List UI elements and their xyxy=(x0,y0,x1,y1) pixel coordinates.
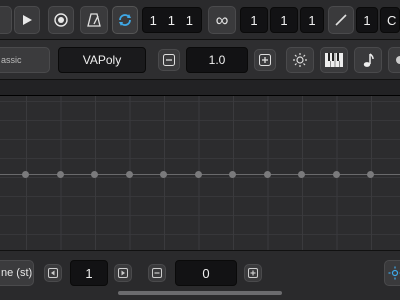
position-display[interactable]: 1 1 1 xyxy=(142,7,202,33)
position-value: 1 1 1 xyxy=(149,12,193,28)
loop-button[interactable] xyxy=(112,6,138,34)
synth-name: VAPoly xyxy=(82,53,122,67)
record-button[interactable] xyxy=(48,6,74,34)
plus-icon xyxy=(259,54,271,66)
automation-point[interactable] xyxy=(91,171,98,178)
parameter-value: 0 xyxy=(202,265,210,281)
infinite-loop-button[interactable]: ∞ xyxy=(208,6,236,34)
rewind-button[interactable] xyxy=(0,6,12,34)
step-next-button[interactable] xyxy=(114,264,132,282)
parameter-label: ne (st) xyxy=(1,267,33,279)
music-note-icon xyxy=(363,53,374,67)
loop-beats-value: 1 xyxy=(280,12,288,28)
play-icon xyxy=(23,15,32,25)
automation-point[interactable] xyxy=(264,171,271,178)
keyboard-button[interactable] xyxy=(320,47,348,73)
step-index-value: 1 xyxy=(85,265,93,281)
metronome-button[interactable] xyxy=(80,6,108,34)
parameter-selector[interactable]: ne (st) xyxy=(0,260,34,286)
draw-tool-button[interactable] xyxy=(328,6,354,34)
pencil-icon xyxy=(335,14,347,26)
record-icon xyxy=(54,13,68,27)
note-button[interactable] xyxy=(354,47,382,73)
automation-point[interactable] xyxy=(229,171,236,178)
timeline-ruler[interactable] xyxy=(0,80,400,96)
loop-steps-field[interactable]: 1 xyxy=(300,7,324,33)
extra-button[interactable] xyxy=(388,47,400,73)
loop-bars-value: 1 xyxy=(250,12,258,28)
step-index-field[interactable]: 1 xyxy=(70,260,108,286)
cut-label: C xyxy=(387,12,397,28)
parameter-value-field[interactable]: 0 xyxy=(175,260,237,286)
preset-selector[interactable]: assic xyxy=(0,47,50,73)
infinity-icon: ∞ xyxy=(215,9,229,30)
automation-point[interactable] xyxy=(160,171,167,178)
loop-beats-field[interactable]: 1 xyxy=(270,7,298,33)
metronome-icon xyxy=(87,13,101,27)
minus-icon xyxy=(152,268,162,278)
automation-point[interactable] xyxy=(195,171,202,178)
minus-icon xyxy=(163,54,175,66)
loop-icon xyxy=(119,14,131,26)
automation-point[interactable] xyxy=(333,171,340,178)
cut-field[interactable]: C xyxy=(380,7,400,33)
value-increase-button[interactable] xyxy=(244,264,262,282)
velocity-value: 1.0 xyxy=(208,53,226,67)
step-value-field[interactable]: 1 xyxy=(356,7,378,33)
step-value: 1 xyxy=(363,12,371,28)
velocity-decrease-button[interactable] xyxy=(158,49,180,71)
home-indicator[interactable] xyxy=(118,291,282,295)
automation-point[interactable] xyxy=(367,171,374,178)
automation-point[interactable] xyxy=(57,171,64,178)
loop-bars-field[interactable]: 1 xyxy=(240,7,268,33)
arrow-left-icon xyxy=(48,268,58,278)
settings-button[interactable] xyxy=(286,47,314,73)
automation-point[interactable] xyxy=(126,171,133,178)
preset-name: assic xyxy=(1,55,22,65)
bottom-settings-button[interactable] xyxy=(384,260,400,286)
automation-point[interactable] xyxy=(22,171,29,178)
loop-steps-value: 1 xyxy=(308,12,316,28)
synth-selector[interactable]: VAPoly xyxy=(58,47,146,73)
transport-bar: 1 1 1 ∞ 1 1 1 1 C xyxy=(0,0,400,40)
automation-grid[interactable] xyxy=(0,96,400,250)
arrow-right-icon xyxy=(118,268,128,278)
step-prev-button[interactable] xyxy=(44,264,62,282)
sun-settings-icon xyxy=(388,266,400,280)
play-button[interactable] xyxy=(14,6,40,34)
automation-point[interactable] xyxy=(298,171,305,178)
piano-keyboard-icon xyxy=(325,53,343,67)
instrument-bar: assic VAPoly 1.0 xyxy=(0,40,400,80)
plus-icon xyxy=(248,268,258,278)
velocity-increase-button[interactable] xyxy=(254,49,276,71)
sun-settings-icon xyxy=(293,53,307,67)
velocity-field[interactable]: 1.0 xyxy=(186,47,248,73)
value-decrease-button[interactable] xyxy=(148,264,166,282)
extra-icon xyxy=(396,56,400,64)
